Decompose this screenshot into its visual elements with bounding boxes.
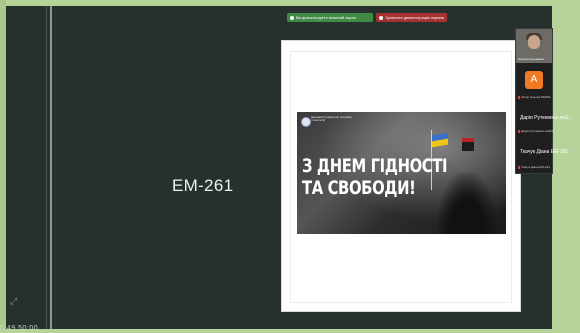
- mic-muted-icon: [518, 165, 520, 169]
- participant-face: [528, 35, 540, 49]
- poster-title: З ДНЕМ ГІДНОСТІ ТА СВОБОДИ!: [302, 155, 448, 199]
- participant-tile-1-name: Автор Альона ЕМ261: [521, 95, 551, 99]
- board-divider: [50, 6, 52, 329]
- frame-bottom: [0, 329, 580, 333]
- participants-panel: Наталія Кузьменко А Автор Альона ЕМ261 Д…: [515, 28, 573, 174]
- board-edge: [46, 6, 47, 329]
- university-name: Державний університет економіки і технол…: [311, 116, 352, 122]
- participant-tile-3[interactable]: Ткачук Діана ЕМ-261: [518, 165, 550, 169]
- stop-icon: [379, 15, 384, 20]
- participant-tile-2-label: Дарія Руткевича ем261: [521, 129, 554, 133]
- participant-tile-3-label: Ткачук Діана ЕМ-261: [521, 165, 550, 169]
- dignity-day-poster: Державний університет економіки і технол…: [297, 112, 506, 234]
- soldiers-silhouette: [437, 172, 497, 234]
- mic-muted-icon: [518, 95, 520, 99]
- clock: 0:49 50:00: [0, 325, 39, 332]
- participant-video-name: Наталія Кузьменко: [518, 57, 545, 61]
- red-black-flag-icon: [462, 138, 474, 151]
- sharing-status: Ви демонструєте власний екран: [287, 13, 374, 22]
- sharing-icon: [290, 15, 294, 20]
- university-logo-icon: [301, 117, 311, 127]
- participant-tile-2-name[interactable]: Дарія Руткевича ем2...: [520, 115, 573, 121]
- participant-tile-2[interactable]: Дарія Руткевича ем261: [518, 129, 553, 133]
- expand-icon[interactable]: ⤢: [10, 296, 17, 307]
- stop-sharing-button[interactable]: Зупинити демонстрацію екрана: [376, 13, 447, 22]
- poster-title-line2: ТА СВОБОДИ!: [302, 177, 416, 199]
- mic-muted-icon: [518, 129, 520, 133]
- stop-sharing-label: Зупинити демонстрацію екрана: [385, 15, 444, 20]
- participant-tile-1[interactable]: Автор Альона ЕМ261: [518, 95, 551, 99]
- group-label: ЕМ-261: [172, 176, 234, 195]
- screen-share-banner: Ви демонструєте власний екран Зупинити д…: [287, 13, 447, 22]
- participant-tile-3-name[interactable]: Ткачук Діана ЕМ-261: [520, 149, 568, 155]
- participant-video[interactable]: Наталія Кузьменко: [516, 29, 552, 63]
- poster-title-line1: З ДНЕМ ГІДНОСТІ: [302, 155, 448, 177]
- participant-avatar[interactable]: А: [525, 71, 543, 89]
- sharing-status-text: Ви демонструєте власний екран: [296, 15, 356, 20]
- frame-right: [552, 0, 580, 333]
- presentation-slide: Державний університет економіки і технол…: [281, 40, 521, 312]
